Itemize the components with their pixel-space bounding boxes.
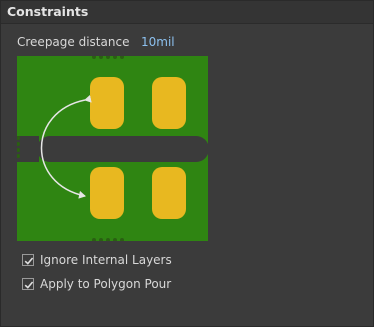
pad-top-right: [152, 77, 186, 129]
panel-title: Constraints: [7, 4, 89, 19]
creepage-diagram-graphic: [17, 56, 208, 241]
ignore-internal-layers-label: Ignore Internal Layers: [40, 253, 172, 267]
option-apply-to-polygon-pour[interactable]: Apply to Polygon Pour: [22, 276, 171, 292]
creepage-diagram: [17, 56, 208, 241]
panel-header: Constraints: [1, 1, 373, 24]
option-ignore-internal-layers[interactable]: Ignore Internal Layers: [22, 252, 172, 268]
pad-bottom-left: [90, 167, 124, 219]
pad-bottom-right: [152, 167, 186, 219]
apply-to-polygon-pour-checkbox[interactable]: [22, 278, 34, 290]
apply-to-polygon-pour-label: Apply to Polygon Pour: [40, 277, 172, 291]
pad-top-left: [90, 77, 124, 129]
constraints-panel: Constraints Creepage distance 10mil Igno…: [0, 0, 374, 327]
creepage-distance-row: Creepage distance 10mil: [17, 35, 357, 51]
checkmark-icon: [24, 281, 34, 289]
creepage-distance-value[interactable]: 10mil: [141, 35, 175, 49]
board-edge-notch: [17, 136, 39, 162]
ignore-internal-layers-checkbox[interactable]: [22, 254, 34, 266]
creepage-distance-label: Creepage distance: [17, 35, 130, 49]
board-cutout-slot: [37, 136, 208, 162]
checkmark-icon: [24, 257, 34, 265]
